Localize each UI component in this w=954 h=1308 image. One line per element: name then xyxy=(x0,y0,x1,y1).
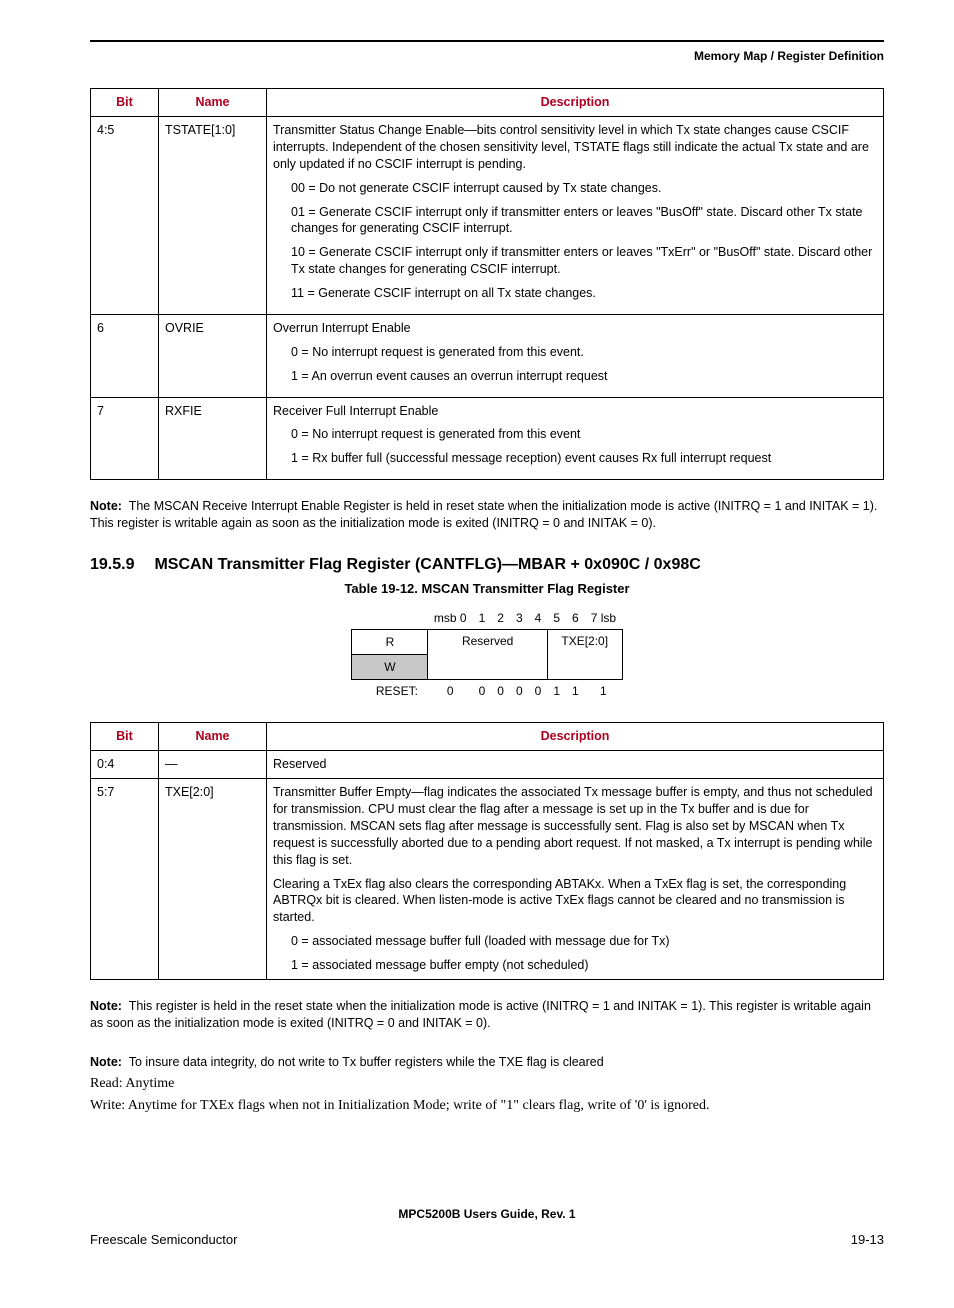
table-row: 0:4 — Reserved xyxy=(91,751,884,779)
desc-text: Receiver Full Interrupt Enable xyxy=(273,403,877,420)
desc-text: 1 = Rx buffer full (successful message r… xyxy=(291,450,877,467)
bit-header: 4 xyxy=(529,607,548,630)
cell-desc: Overrun Interrupt Enable 0 = No interrup… xyxy=(267,314,884,397)
th-bit: Bit xyxy=(91,89,159,117)
desc-text: 01 = Generate CSCIF interrupt only if tr… xyxy=(291,204,877,238)
desc-text: 00 = Do not generate CSCIF interrupt cau… xyxy=(291,180,877,197)
note-2: Note: This register is held in the reset… xyxy=(90,998,884,1032)
th-desc: Description xyxy=(267,723,884,751)
running-head: Memory Map / Register Definition xyxy=(90,48,884,64)
th-bit: Bit xyxy=(91,723,159,751)
note-1: Note: The MSCAN Receive Interrupt Enable… xyxy=(90,498,884,532)
table-row: 6 OVRIE Overrun Interrupt Enable 0 = No … xyxy=(91,314,884,397)
cell-name: RXFIE xyxy=(159,397,267,480)
bit-header: 1 xyxy=(473,607,492,630)
cell-bit: 7 xyxy=(91,397,159,480)
footer-row: Freescale Semiconductor 19-13 xyxy=(90,1231,884,1249)
reset-val: 0 xyxy=(529,680,548,703)
section-number: 19.5.9 xyxy=(90,554,150,576)
note-label: Note: xyxy=(90,999,122,1013)
txe-field: TXE[2:0] xyxy=(547,630,622,680)
bit-header: 7 lsb xyxy=(585,607,622,630)
cell-desc: Receiver Full Interrupt Enable 0 = No in… xyxy=(267,397,884,480)
section-heading: 19.5.9 MSCAN Transmitter Flag Register (… xyxy=(90,554,884,576)
cell-desc: Transmitter Status Change Enable—bits co… xyxy=(267,117,884,315)
table-row: 7 RXFIE Receiver Full Interrupt Enable 0… xyxy=(91,397,884,480)
desc-text: Transmitter Status Change Enable—bits co… xyxy=(273,122,877,173)
reset-val: 0 xyxy=(473,680,492,703)
cell-desc: Transmitter Buffer Empty—flag indicates … xyxy=(267,779,884,980)
desc-text: 0 = associated message buffer full (load… xyxy=(291,933,877,950)
reset-val: 1 xyxy=(566,680,585,703)
read-anytime: Read: Anytime xyxy=(90,1075,884,1094)
row-w-label: W xyxy=(352,655,428,680)
cell-bit: 4:5 xyxy=(91,117,159,315)
footer-left: Freescale Semiconductor xyxy=(90,1231,237,1249)
table-caption: Table 19-12. MSCAN Transmitter Flag Regi… xyxy=(90,580,884,598)
cell-desc: Reserved xyxy=(267,751,884,779)
note-text: To insure data integrity, do not write t… xyxy=(129,1055,604,1069)
desc-text: Overrun Interrupt Enable xyxy=(273,320,877,337)
bit-header: 3 xyxy=(510,607,529,630)
note-3: Note: To insure data integrity, do not w… xyxy=(90,1054,884,1071)
th-name: Name xyxy=(159,723,267,751)
note-label: Note: xyxy=(90,1055,122,1069)
cell-name: OVRIE xyxy=(159,314,267,397)
desc-text: Transmitter Buffer Empty—flag indicates … xyxy=(273,784,877,868)
desc-text: 1 = An overrun event causes an overrun i… xyxy=(291,368,877,385)
cell-bit: 6 xyxy=(91,314,159,397)
row-r-label: R xyxy=(352,630,428,655)
desc-text: 0 = No interrupt request is generated fr… xyxy=(291,344,877,361)
cell-name: — xyxy=(159,751,267,779)
reset-val: 1 xyxy=(547,680,566,703)
table-row: 4:5 TSTATE[1:0] Transmitter Status Chang… xyxy=(91,117,884,315)
desc-text: 0 = No interrupt request is generated fr… xyxy=(291,426,877,443)
footer-right: 19-13 xyxy=(851,1231,884,1249)
cell-name: TSTATE[1:0] xyxy=(159,117,267,315)
th-desc: Description xyxy=(267,89,884,117)
section-title: MSCAN Transmitter Flag Register (CANTFLG… xyxy=(154,556,700,573)
register-table-2: Bit Name Description 0:4 — Reserved 5:7 … xyxy=(90,722,884,980)
register-table-1: Bit Name Description 4:5 TSTATE[1:0] Tra… xyxy=(90,88,884,480)
th-name: Name xyxy=(159,89,267,117)
bit-header: msb 0 xyxy=(428,607,473,630)
reset-val: 0 xyxy=(510,680,529,703)
reset-val: 0 xyxy=(491,680,510,703)
cell-bit: 0:4 xyxy=(91,751,159,779)
bitfield-diagram: msb 0 1 2 3 4 5 6 7 lsb R Reserved TXE[2… xyxy=(351,607,622,702)
reset-val: 0 xyxy=(428,680,473,703)
desc-text: Clearing a TxEx flag also clears the cor… xyxy=(273,876,877,927)
desc-text: Reserved xyxy=(273,756,877,773)
cell-bit: 5:7 xyxy=(91,779,159,980)
top-rule xyxy=(90,40,884,42)
reset-val: 1 xyxy=(585,680,622,703)
reserved-field: Reserved xyxy=(428,630,547,680)
write-info: Write: Anytime for TXEx flags when not i… xyxy=(90,1097,884,1116)
desc-text: 1 = associated message buffer empty (not… xyxy=(291,957,877,974)
note-text: This register is held in the reset state… xyxy=(90,999,871,1030)
bit-header: 2 xyxy=(491,607,510,630)
bit-header: 5 xyxy=(547,607,566,630)
cell-name: TXE[2:0] xyxy=(159,779,267,980)
footer-title: MPC5200B Users Guide, Rev. 1 xyxy=(90,1206,884,1222)
desc-text: 11 = Generate CSCIF interrupt on all Tx … xyxy=(291,285,877,302)
note-text: The MSCAN Receive Interrupt Enable Regis… xyxy=(90,499,877,530)
bit-header: 6 xyxy=(566,607,585,630)
desc-text: 10 = Generate CSCIF interrupt only if tr… xyxy=(291,244,877,278)
table-row: 5:7 TXE[2:0] Transmitter Buffer Empty—fl… xyxy=(91,779,884,980)
note-label: Note: xyxy=(90,499,122,513)
reset-label: RESET: xyxy=(352,680,428,703)
